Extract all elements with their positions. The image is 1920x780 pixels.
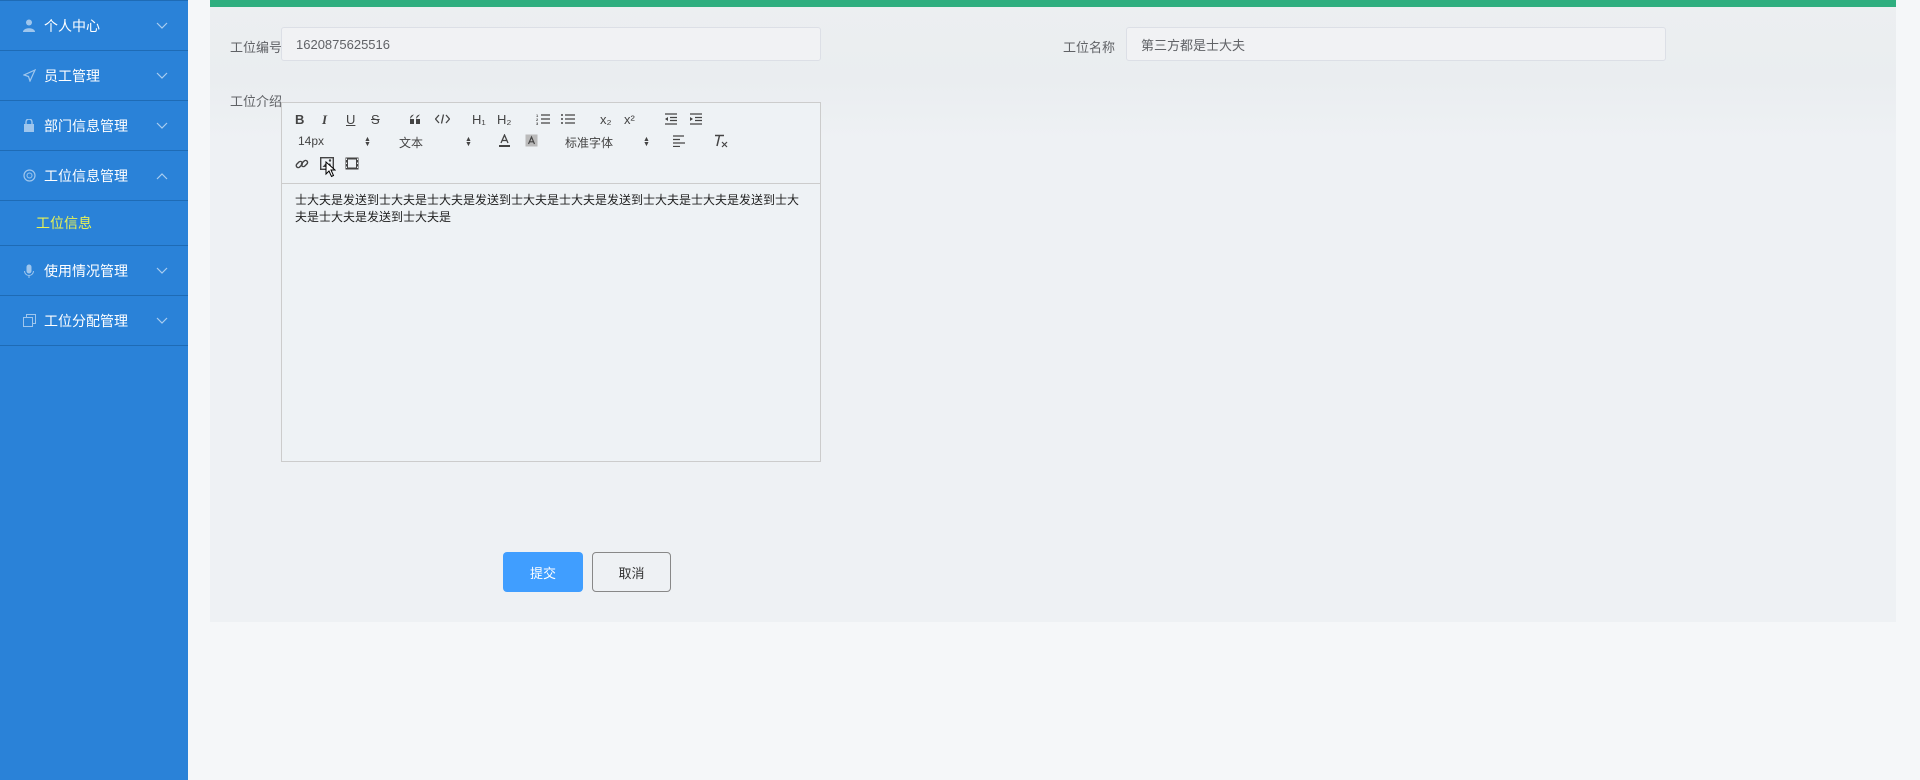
background-color-icon[interactable]: [525, 134, 538, 147]
underline-button[interactable]: U: [346, 112, 355, 127]
outdent-icon[interactable]: [664, 113, 678, 125]
main-content: 工位编号 1620875625516 工位名称 第三方都是士大夫 工位介绍 B …: [188, 0, 1920, 780]
sidebar-subitem-label: 工位信息: [36, 215, 92, 231]
editor-toolbar: B I U S H₁ H₂ 123 x₂ x² 14px ▲ ▼ 文本 ▲ ▼ …: [282, 103, 820, 184]
header-select-value: 文本: [399, 136, 424, 150]
link-icon[interactable]: [295, 157, 309, 171]
svg-text:3: 3: [536, 121, 539, 125]
sidebar-subitem-workstation-info[interactable]: 工位信息: [0, 201, 188, 246]
workstation-id-value: 1620875625516: [296, 36, 390, 52]
sidebar-item-usage-management[interactable]: 使用情况管理: [0, 246, 188, 296]
top-accent-bar: [210, 0, 1896, 7]
chevron-down-icon: [156, 267, 168, 274]
code-block-icon[interactable]: [435, 114, 450, 124]
select-arrows-icon: ▲ ▼: [364, 136, 371, 148]
header-select[interactable]: 文本 ▲ ▼: [399, 134, 475, 151]
workstation-name-label: 工位名称: [1063, 40, 1116, 55]
video-icon[interactable]: [345, 157, 359, 170]
font-family-value: 标准字体: [565, 136, 614, 150]
form-panel: 工位编号 1620875625516 工位名称 第三方都是士大夫 工位介绍 B …: [210, 0, 1896, 622]
send-icon: [22, 69, 36, 83]
subscript-button[interactable]: x₂: [600, 112, 612, 127]
mouse-cursor-icon: [325, 161, 336, 178]
editor-content[interactable]: 士大夫是发送到士大夫是士大夫是发送到士大夫是士大夫是发送到士大夫是士大夫是发送到…: [295, 192, 805, 226]
indent-icon[interactable]: [689, 113, 703, 125]
sidebar-item-label: 部门信息管理: [44, 117, 128, 134]
font-color-icon[interactable]: [498, 134, 511, 147]
strike-button[interactable]: S: [371, 112, 380, 127]
sidebar-item-workstation-management[interactable]: 工位信息管理: [0, 151, 188, 201]
rich-text-editor: B I U S H₁ H₂ 123 x₂ x² 14px ▲ ▼ 文本 ▲ ▼ …: [281, 102, 821, 462]
sidebar-item-label: 个人中心: [44, 17, 100, 34]
font-size-select[interactable]: 14px ▲ ▼: [298, 134, 374, 148]
workstation-intro-label: 工位介绍: [230, 94, 283, 109]
sidebar-item-label: 工位信息管理: [44, 167, 128, 184]
font-family-select[interactable]: 标准字体 ▲ ▼: [565, 134, 653, 151]
select-arrows-icon: ▲ ▼: [465, 136, 472, 148]
lock-icon: [22, 119, 36, 133]
bullet-list-icon[interactable]: [561, 113, 575, 125]
sidebar-item-department-management[interactable]: 部门信息管理: [0, 101, 188, 151]
sidebar-item-label: 工位分配管理: [44, 312, 128, 329]
align-icon[interactable]: [672, 135, 686, 147]
chevron-down-icon: [156, 22, 168, 29]
clear-format-icon[interactable]: [713, 134, 728, 148]
user-icon: [22, 19, 36, 33]
workstation-id-input[interactable]: 1620875625516: [281, 27, 821, 61]
chevron-down-icon: [156, 72, 168, 79]
select-arrows-icon: ▲ ▼: [643, 136, 650, 148]
blockquote-icon[interactable]: [409, 114, 422, 124]
h2-button[interactable]: H₂: [497, 112, 511, 127]
sidebar-item-allocation-management[interactable]: 工位分配管理: [0, 296, 188, 346]
chevron-down-icon: [156, 317, 168, 324]
sidebar: 个人中心 员工管理 部门信息管理 工位信息管理 工位信息 使用情况管理 工位分配…: [0, 0, 188, 780]
sidebar-item-label: 使用情况管理: [44, 262, 128, 279]
h1-button[interactable]: H₁: [472, 112, 486, 127]
cancel-button[interactable]: 取消: [592, 552, 671, 592]
font-size-value: 14px: [298, 134, 325, 148]
bold-button[interactable]: B: [295, 112, 304, 127]
chevron-down-icon: [156, 122, 168, 129]
italic-button[interactable]: I: [322, 112, 327, 128]
sidebar-item-label: 员工管理: [44, 67, 100, 84]
chevron-up-icon: [156, 172, 168, 179]
copy-icon: [22, 314, 36, 328]
ordered-list-icon[interactable]: 123: [536, 113, 550, 125]
superscript-button[interactable]: x²: [624, 112, 635, 127]
submit-button[interactable]: 提交: [503, 552, 583, 592]
workstation-name-input[interactable]: 第三方都是士大夫: [1126, 27, 1666, 61]
sidebar-item-personal-center[interactable]: 个人中心: [0, 1, 188, 51]
microphone-icon: [22, 264, 36, 278]
workstation-name-value: 第三方都是士大夫: [1141, 37, 1246, 53]
workstation-id-label: 工位编号: [230, 40, 283, 55]
sidebar-item-employee-management[interactable]: 员工管理: [0, 51, 188, 101]
circle-icon: [22, 169, 36, 183]
